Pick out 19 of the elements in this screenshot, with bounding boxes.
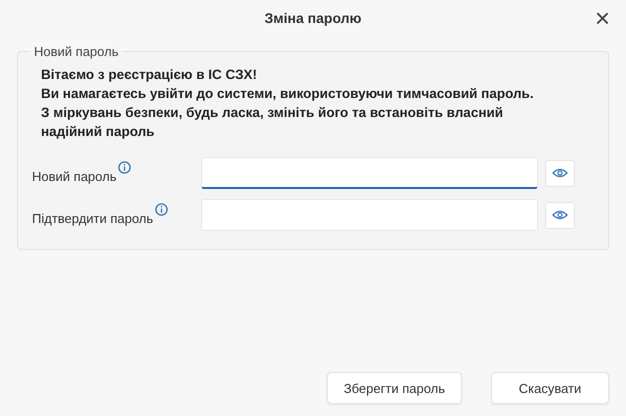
message-text: Вітаємо з реєстрацією в ІС СЗХ! (41, 66, 258, 84)
close-button[interactable]: × (590, 5, 614, 31)
message-text: Ви намагаєтесь увійти до системи, використовуючи тимчасовий пароль. (41, 85, 535, 103)
message-text: надійний пароль (41, 123, 156, 141)
info-icon[interactable] (155, 202, 168, 216)
cancel-button[interactable]: Скасувати (491, 372, 609, 404)
password-field[interactable] (201, 157, 538, 189)
show-password-button[interactable] (545, 160, 575, 186)
field-label: Новий пароль (32, 168, 116, 184)
eye-icon (552, 168, 568, 178)
field-label: Підтвердити пароль (32, 210, 154, 226)
password-field[interactable] (201, 199, 538, 231)
show-password-button[interactable] (545, 202, 575, 228)
eye-icon (552, 210, 568, 220)
save-button[interactable]: Зберегти пароль (326, 372, 462, 404)
window-title: Зміна паролю (264, 10, 362, 26)
group-legend: Новий пароль (30, 44, 122, 59)
message-text: З міркувань безпеки, будь ласка, змініть його та встановіть власний (41, 104, 504, 122)
info-icon[interactable] (118, 160, 132, 174)
